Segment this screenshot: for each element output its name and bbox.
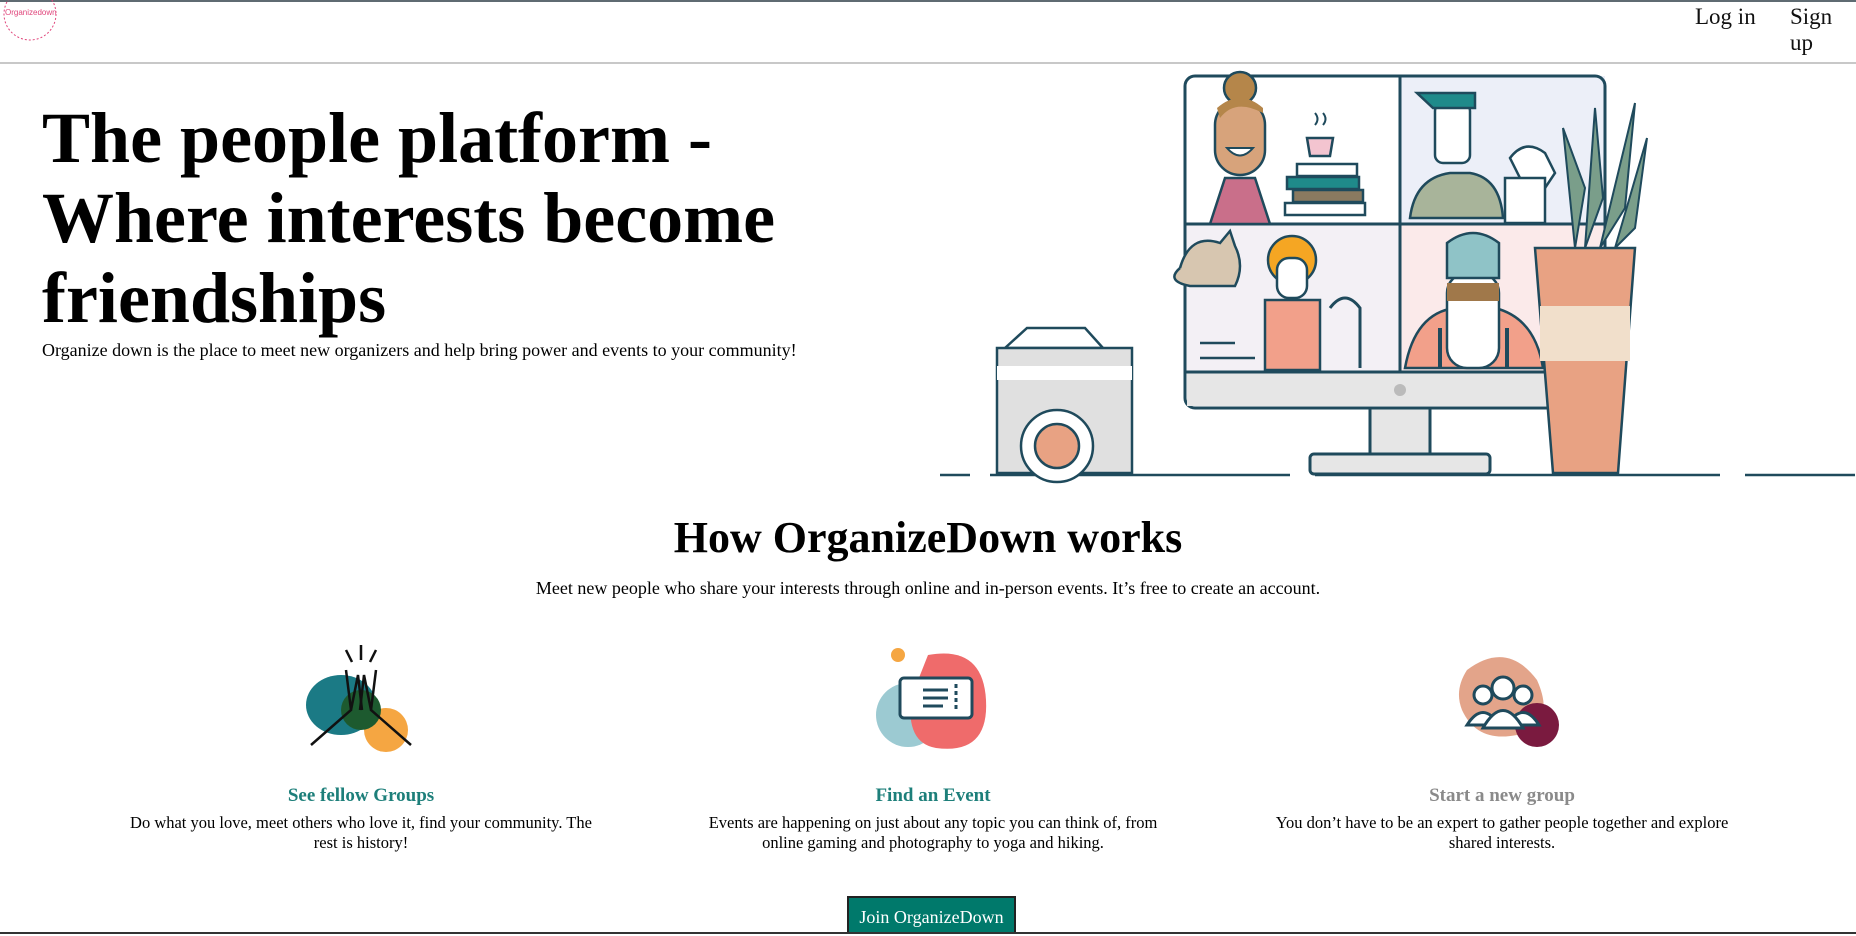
how-it-works-subtitle: Meet new people who share your interests… xyxy=(535,578,1321,598)
card-text-groups: Do what you love, meet others who love i… xyxy=(130,813,592,852)
card-title-event[interactable]: Find an Event xyxy=(673,785,1193,807)
signup-link[interactable]: Sign up xyxy=(1790,4,1856,56)
feature-card-event: Find an Event Events are happening on ju… xyxy=(673,640,1193,853)
hero-subtitle: Organize down is the place to meet new o… xyxy=(42,340,797,360)
hero-title: The people platform - Where interests be… xyxy=(42,98,776,338)
how-it-works-title: How OrganizeDown works xyxy=(673,513,1183,562)
join-button[interactable]: Join OrganizeDown xyxy=(847,896,1016,934)
login-link[interactable]: Log in xyxy=(1695,4,1756,30)
card-title-new-group[interactable]: Start a new group xyxy=(1242,785,1762,807)
card-text-new-group: You don’t have to be an expert to gather… xyxy=(1275,813,1729,852)
card-text-event: Events are happening on just about any t… xyxy=(708,813,1158,852)
video-call-illustration xyxy=(940,70,1855,484)
logo[interactable]: Organizedown xyxy=(2,0,58,44)
ticket-icon xyxy=(876,648,987,749)
card-title-groups[interactable]: See fellow Groups xyxy=(101,785,621,807)
feature-card-groups: See fellow Groups Do what you love, meet… xyxy=(101,640,621,853)
feature-card-new-group: Start a new group You don’t have to be a… xyxy=(1242,640,1762,853)
header: Organizedown Log in Sign up xyxy=(0,0,1856,64)
high-five-icon xyxy=(306,645,412,752)
logo-text: Organizedown xyxy=(5,8,57,17)
people-group-icon xyxy=(1458,657,1559,747)
